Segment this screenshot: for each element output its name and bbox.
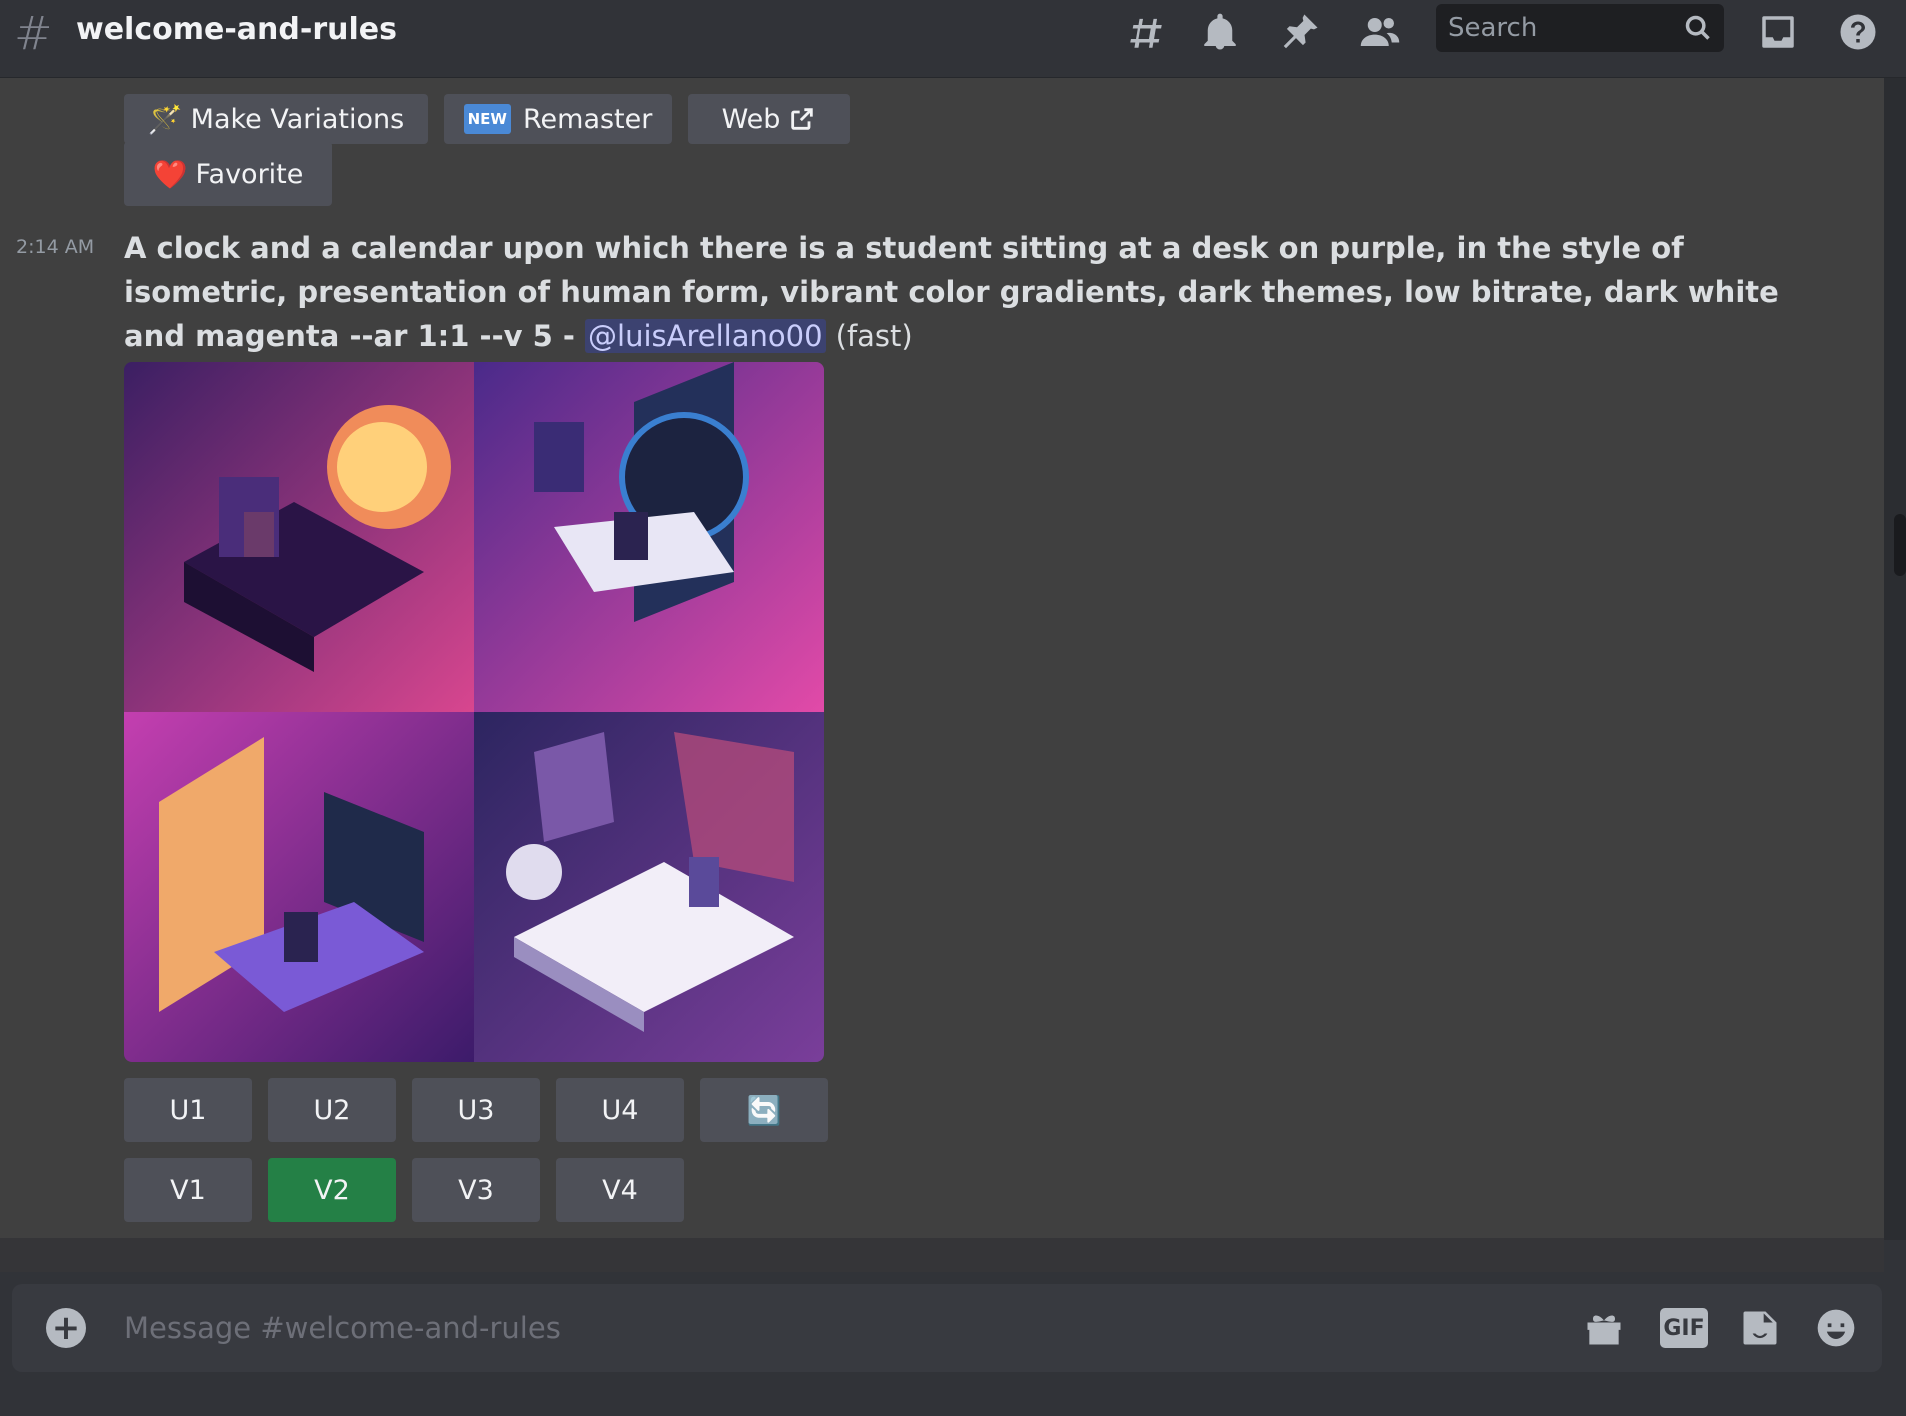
- favorite-label: Favorite: [195, 158, 304, 190]
- variation-label: V3: [458, 1174, 494, 1206]
- inbox-icon[interactable]: [1754, 8, 1802, 56]
- bell-icon[interactable]: [1196, 8, 1244, 56]
- gif-icon[interactable]: GIF: [1660, 1308, 1708, 1348]
- image-1[interactable]: [124, 362, 474, 712]
- upscale-button-4[interactable]: U4: [556, 1078, 684, 1142]
- remaster-button[interactable]: NEW Remaster: [444, 94, 672, 144]
- channel-hash-icon: #: [14, 6, 53, 60]
- variation-label: V4: [602, 1174, 638, 1206]
- channel-header: # welcome-and-rules Search: [0, 0, 1906, 78]
- upscale-button-1[interactable]: U1: [124, 1078, 252, 1142]
- upscale-label: U3: [457, 1094, 495, 1126]
- message-timestamp: 2:14 AM: [16, 236, 95, 258]
- upscale-button-3[interactable]: U3: [412, 1078, 540, 1142]
- gift-icon[interactable]: [1580, 1304, 1628, 1352]
- variation-button-1[interactable]: V1: [124, 1158, 252, 1222]
- search-icon: [1685, 15, 1710, 40]
- magic-wand-icon: 🪄: [147, 102, 183, 136]
- scrollbar-thumb[interactable]: [1894, 514, 1906, 576]
- message-divider: [0, 1238, 1884, 1272]
- reroll-button[interactable]: 🔄: [700, 1078, 828, 1142]
- web-label: Web: [721, 103, 781, 135]
- search-box[interactable]: Search: [1436, 4, 1724, 52]
- speed-label: (fast): [835, 319, 913, 353]
- make-variations-button[interactable]: 🪄 Make Variations: [124, 94, 428, 144]
- reroll-icon: 🔄: [746, 1093, 782, 1127]
- upscale-label: U4: [601, 1094, 639, 1126]
- variation-button-2[interactable]: V2: [268, 1158, 396, 1222]
- variation-button-4[interactable]: V4: [556, 1158, 684, 1222]
- help-icon[interactable]: [1834, 8, 1882, 56]
- make-variations-label: Make Variations: [190, 103, 405, 135]
- message-content: A clock and a calendar upon which there …: [124, 226, 1804, 358]
- emoji-icon[interactable]: [1812, 1304, 1860, 1352]
- image-2[interactable]: [474, 362, 824, 712]
- scrollbar-track[interactable]: [1884, 78, 1906, 1240]
- user-mention[interactable]: @luisArellano00: [585, 319, 826, 353]
- upscale-button-2[interactable]: U2: [268, 1078, 396, 1142]
- composer-area: + GIF: [0, 1272, 1906, 1416]
- members-icon[interactable]: [1356, 8, 1404, 56]
- image-4[interactable]: [474, 712, 824, 1062]
- web-button[interactable]: Web: [688, 94, 850, 144]
- variation-label: V1: [170, 1174, 206, 1206]
- channel-name: welcome-and-rules: [76, 12, 397, 47]
- favorite-button-face[interactable]: ❤️ Favorite: [124, 142, 332, 206]
- upscale-label: U2: [313, 1094, 351, 1126]
- pin-icon[interactable]: [1276, 8, 1324, 56]
- variation-button-3[interactable]: V3: [412, 1158, 540, 1222]
- external-link-icon: [791, 108, 814, 130]
- message-composer: + GIF: [12, 1284, 1882, 1372]
- message-input[interactable]: [124, 1308, 1474, 1348]
- image-3[interactable]: [124, 712, 474, 1062]
- remaster-label: Remaster: [522, 103, 653, 135]
- variation-label: V2: [314, 1174, 350, 1206]
- message-list: 🪄 Make Variations NEW Remaster Web ❤️ Fa…: [0, 78, 1884, 1240]
- add-icon[interactable]: +: [46, 1308, 86, 1348]
- new-badge-icon: NEW: [463, 104, 511, 134]
- image-grid[interactable]: [124, 362, 824, 1062]
- heart-icon: ❤️: [152, 157, 188, 191]
- threads-icon[interactable]: [1122, 8, 1170, 56]
- search-placeholder: Search: [1448, 13, 1538, 43]
- upscale-label: U1: [169, 1094, 207, 1126]
- prompt-text: A clock and a calendar upon which there …: [124, 231, 1779, 353]
- sticker-icon[interactable]: [1736, 1304, 1784, 1352]
